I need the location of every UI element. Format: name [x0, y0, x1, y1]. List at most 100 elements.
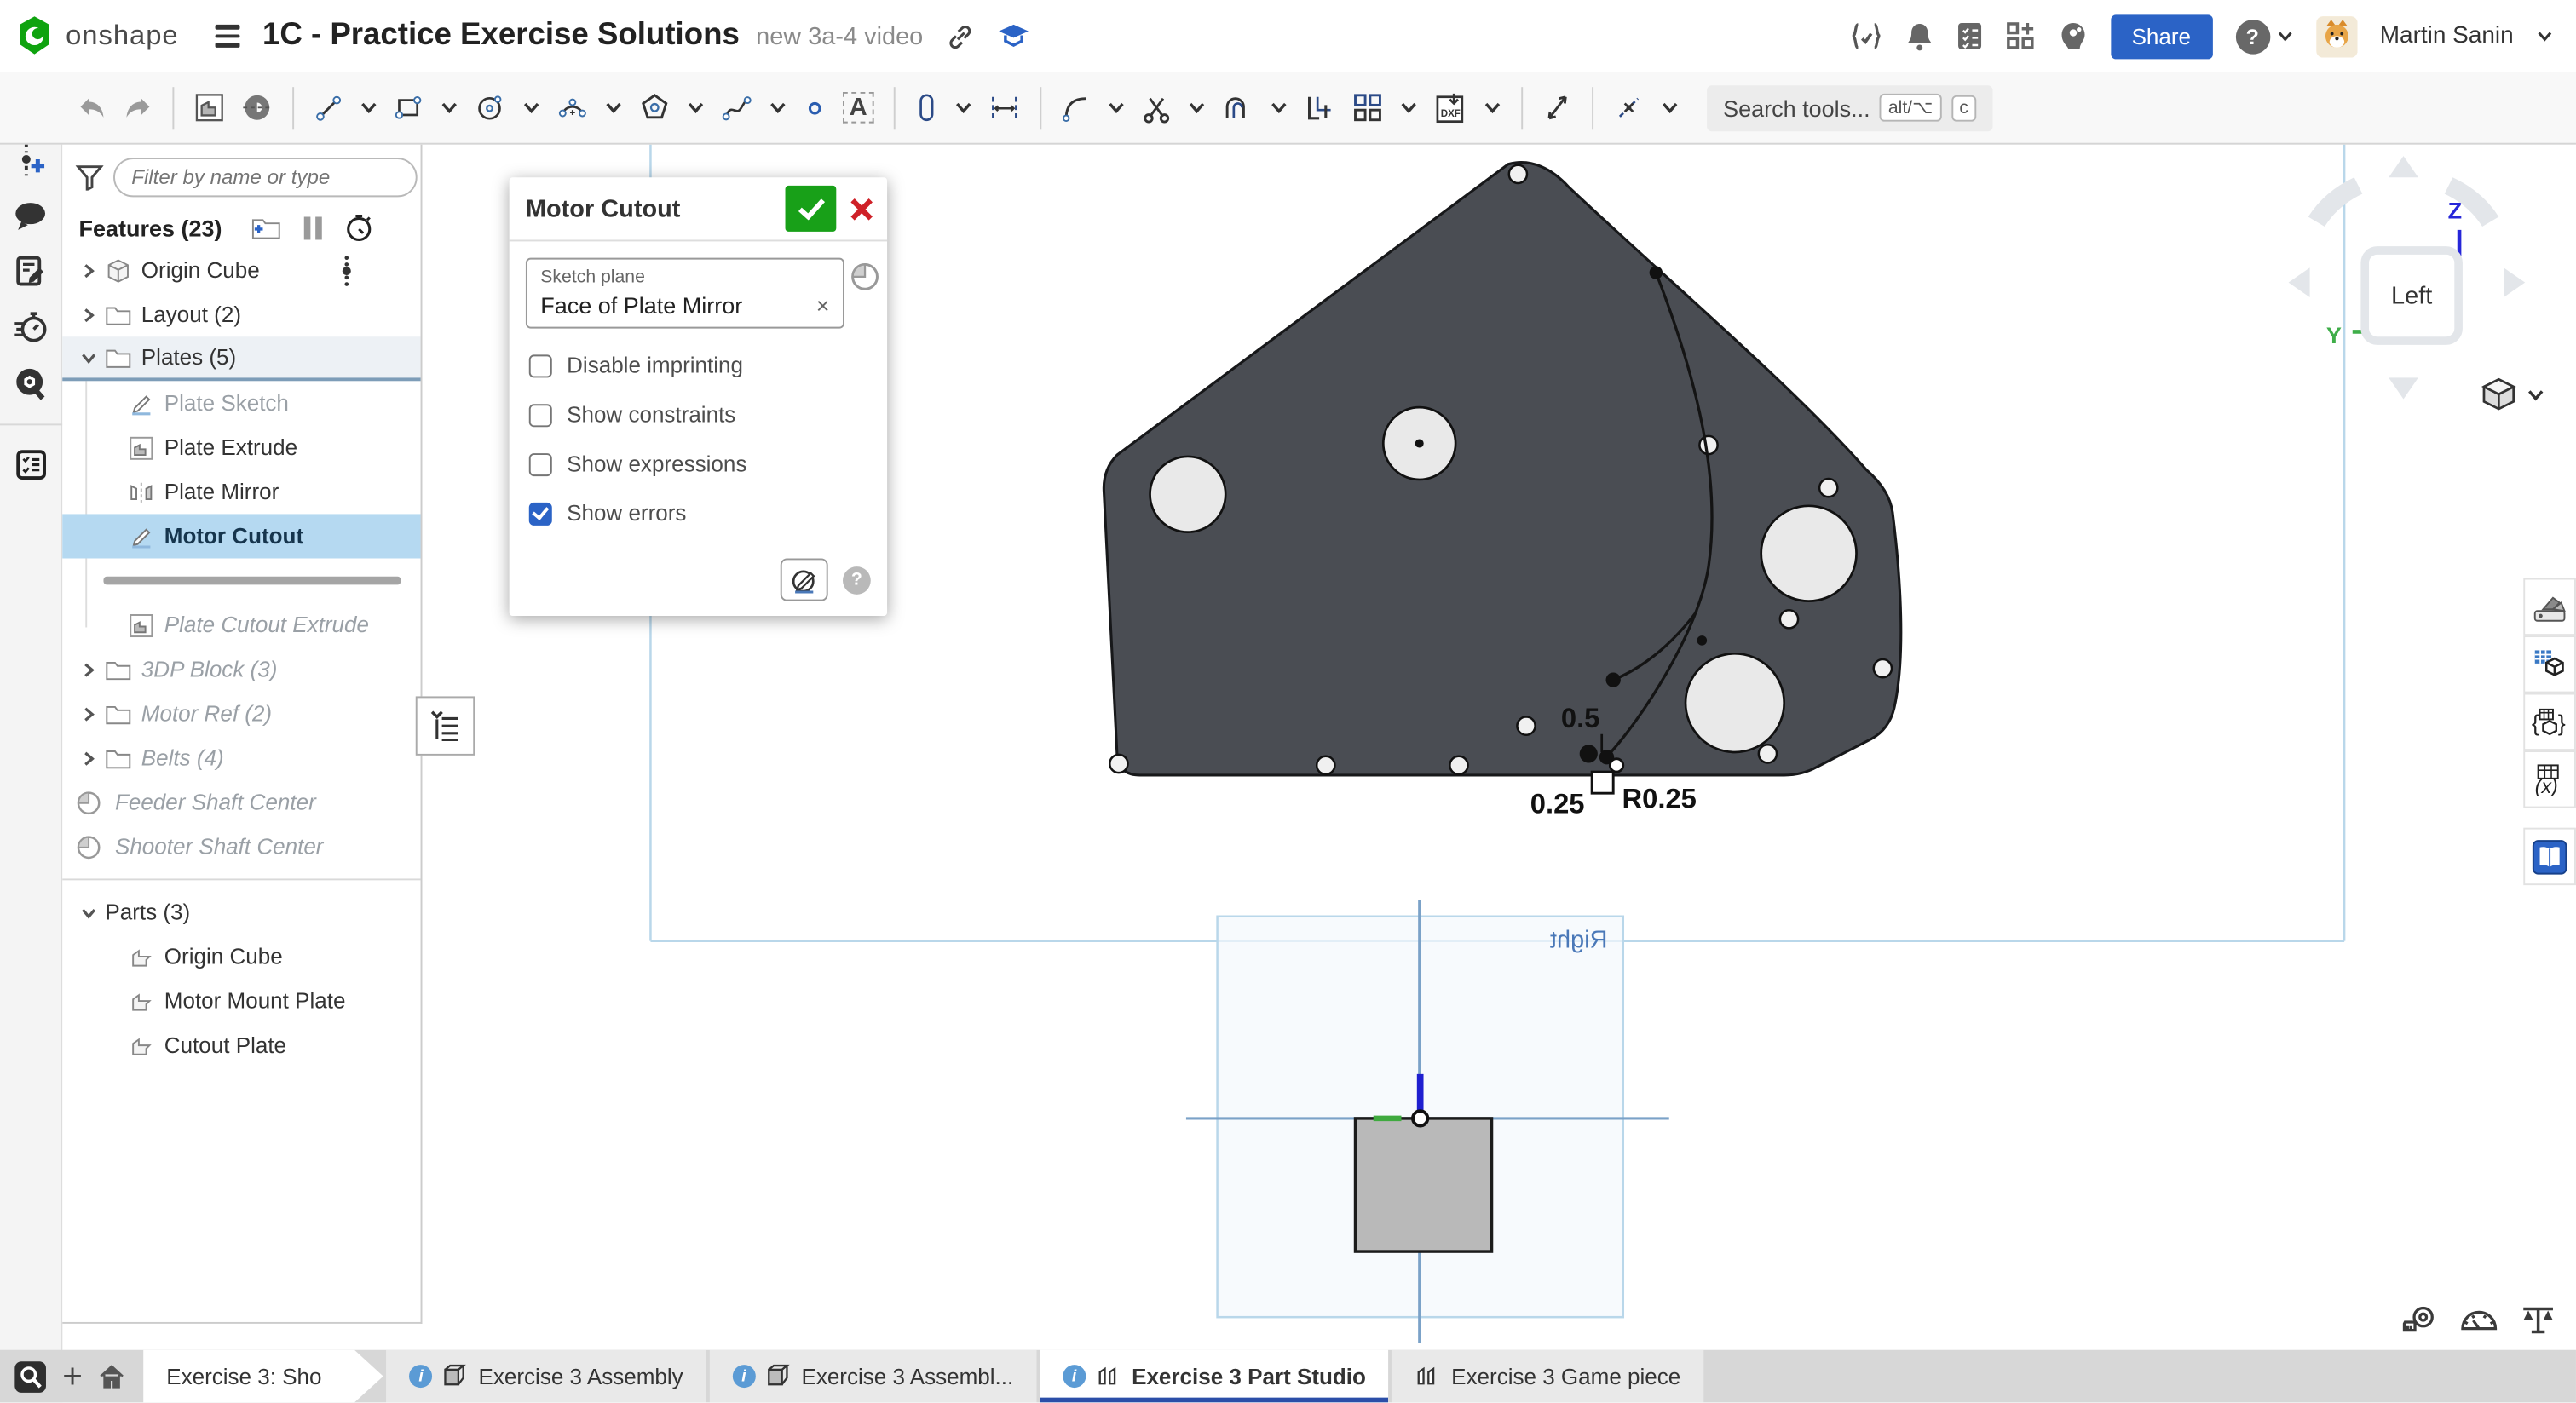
use-project-tool[interactable] [1300, 87, 1340, 128]
circle-tool-caret-icon[interactable] [517, 94, 545, 122]
feature-item-plate-sketch[interactable]: Plate Sketch [62, 381, 420, 425]
dialog-header[interactable]: Motor Cutout [510, 177, 887, 241]
mate-connector-toggle-icon[interactable] [850, 262, 881, 293]
feature-item-origin-cube[interactable]: Origin Cube [62, 248, 420, 292]
rollback-bar[interactable] [103, 577, 401, 585]
tab-exercise-3-shooter[interactable]: Exercise 3: Sho [143, 1350, 383, 1403]
dialog-confirm-button[interactable] [786, 186, 837, 232]
search-tools[interactable]: Search tools... alt/⌥c [1707, 84, 1993, 130]
new-tab-button[interactable]: + [62, 1359, 83, 1393]
dimension-R0_25[interactable]: R0.25 [1622, 783, 1696, 814]
mass-properties-icon[interactable] [2520, 1306, 2556, 1336]
feature-item-motor-cutout[interactable]: Motor Cutout [62, 514, 420, 558]
dxf-import-tool-caret-icon[interactable] [1478, 94, 1507, 122]
create-version-icon[interactable] [15, 141, 45, 177]
arc-tool-caret-icon[interactable] [600, 94, 628, 122]
feature-item-motor-ref[interactable]: Motor Ref (2) [62, 692, 420, 736]
slot-tool-caret-icon[interactable] [949, 94, 977, 122]
rectangle-tool-caret-icon[interactable] [435, 94, 464, 122]
chevron-down-icon[interactable] [76, 904, 102, 920]
line-tool-caret-icon[interactable] [354, 94, 383, 122]
checkbox-icon[interactable] [529, 452, 552, 475]
dxf-import-tool[interactable]: DXF [1429, 86, 1472, 129]
variables-table-button[interactable]: (x) [2523, 750, 2576, 808]
feature-item-belts[interactable]: Belts (4) [62, 736, 420, 780]
notifications-bell-icon[interactable] [1905, 21, 1933, 51]
rectangle-tool[interactable] [389, 88, 429, 127]
redo-button[interactable] [118, 89, 158, 125]
view-options-menu[interactable] [2481, 377, 2544, 411]
feature-item-plate-extrude[interactable]: Plate Extrude [62, 425, 420, 469]
dialog-checkbox-1[interactable]: Show constraints [529, 402, 867, 427]
feature-item-shooter-shaft-center[interactable]: Shooter Shaft Center [62, 825, 420, 869]
protractor-icon[interactable] [2459, 1306, 2498, 1336]
info-icon[interactable]: i [410, 1365, 433, 1388]
share-button[interactable]: Share [2111, 14, 2213, 58]
learning-center-icon[interactable] [997, 23, 1030, 49]
document-title[interactable]: 1C - Practice Exercise Solutions [262, 18, 740, 54]
pattern-tool-caret-icon[interactable] [1394, 94, 1422, 122]
view-cube-face-left[interactable]: Left [2360, 246, 2463, 345]
construction-tool-caret-icon[interactable] [1656, 94, 1684, 122]
extrude-tool[interactable] [189, 87, 230, 128]
sketch-display-options-button[interactable] [781, 558, 828, 601]
filter-funnel-icon[interactable] [76, 164, 104, 191]
checkbox-icon[interactable] [529, 354, 552, 377]
tab-exercise-3-assembly[interactable]: i Exercise 3 Assembly [387, 1350, 706, 1403]
search-tabs-icon[interactable] [13, 1359, 47, 1393]
dialog-close-button[interactable] [850, 196, 874, 221]
dialog-help-icon[interactable]: ? [843, 566, 871, 594]
polygon-tool[interactable] [634, 87, 675, 128]
feature-item-3dp-block[interactable]: 3DP Block (3) [62, 647, 420, 692]
home-icon[interactable] [97, 1361, 127, 1391]
chevron-right-icon[interactable] [76, 661, 102, 677]
dimension-tool[interactable] [984, 88, 1025, 127]
point-tool[interactable] [798, 91, 832, 124]
feature-item-plate-cutout-extrude[interactable]: Plate Cutout Extrude [62, 603, 420, 647]
dialog-checkbox-3[interactable]: Show errors [529, 501, 867, 526]
app-store-icon[interactable] [2005, 21, 2035, 51]
offset-tool-caret-icon[interactable] [1265, 94, 1293, 122]
user-avatar[interactable] [2316, 15, 2357, 56]
part-item-motor-mount-plate[interactable]: Motor Mount Plate [62, 979, 420, 1023]
feature-script-icon[interactable] [1849, 23, 1882, 49]
tab-exercise-3-game-piece[interactable]: Exercise 3 Game piece [1392, 1350, 1703, 1403]
dimension-0_25[interactable]: 0.25 [1530, 787, 1585, 819]
construction-tool[interactable] [1608, 87, 1649, 128]
spline-tool[interactable] [717, 88, 758, 127]
checkbox-icon[interactable] [529, 403, 552, 426]
clear-selection-icon[interactable]: × [810, 292, 829, 319]
fillet-tool-caret-icon[interactable] [1102, 94, 1130, 122]
part-item-origin-cube[interactable]: Origin Cube [62, 934, 420, 979]
configurations-button[interactable]: {} [2523, 693, 2576, 750]
trim-tool[interactable] [1137, 88, 1176, 127]
undo-button[interactable] [72, 89, 112, 125]
workspace-name[interactable]: new 3a-4 video [756, 22, 923, 50]
measure-tool[interactable] [1537, 87, 1576, 128]
chevron-right-icon[interactable] [76, 705, 102, 722]
spline-tool-caret-icon[interactable] [764, 94, 792, 122]
panel-collapse-handle[interactable] [416, 696, 475, 755]
info-icon[interactable]: i [732, 1365, 755, 1388]
polygon-tool-caret-icon[interactable] [682, 94, 710, 122]
performance-timer-icon[interactable] [13, 310, 47, 343]
info-icon[interactable]: i [1063, 1365, 1086, 1388]
help-menu[interactable]: ? [2235, 19, 2292, 53]
offset-tool[interactable] [1217, 88, 1258, 127]
follow-checklist-icon[interactable] [14, 448, 47, 481]
tape-measure-icon[interactable] [2402, 1306, 2438, 1336]
fillet-tool[interactable] [1056, 88, 1095, 127]
tab-exercise-3-part-studio[interactable]: i Exercise 3 Part Studio [1040, 1350, 1389, 1403]
line-tool[interactable] [308, 88, 348, 127]
help-icon[interactable]: ? [2235, 19, 2269, 53]
parts-header-row[interactable]: Parts (3) [62, 890, 420, 934]
feature-item-layout[interactable]: Layout (2) [62, 292, 420, 336]
regeneration-time-icon[interactable] [345, 214, 373, 242]
dialog-checkbox-2[interactable]: Show expressions [529, 451, 867, 476]
suspend-rebuild-icon[interactable] [304, 216, 322, 239]
dialog-checkbox-0[interactable]: Disable imprinting [529, 353, 867, 377]
origin-cube-section[interactable] [1356, 1118, 1492, 1251]
feature-item-plates[interactable]: Plates (5) [62, 336, 420, 381]
text-tool[interactable]: A [838, 87, 879, 128]
search-in-document-icon[interactable] [13, 366, 47, 400]
